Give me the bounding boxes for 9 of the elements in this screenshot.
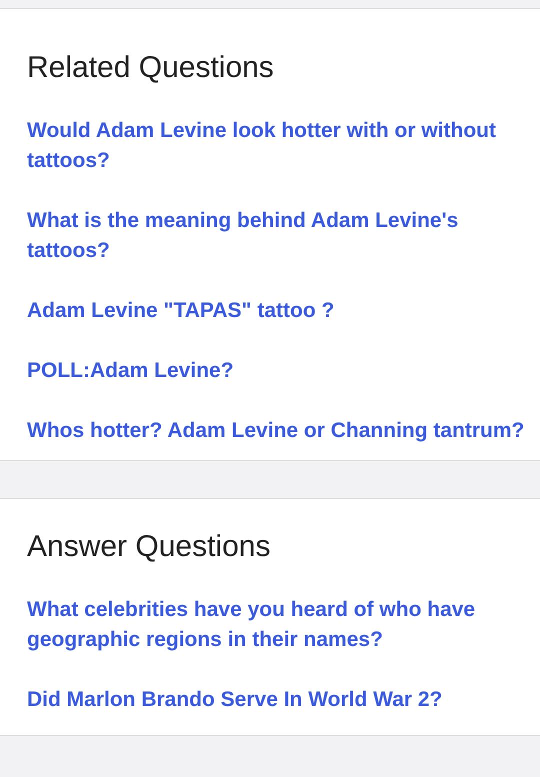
section-heading: Related Questions <box>26 50 275 86</box>
question-link[interactable]: What celebrities have you heard of who have geographic regions in their names? <box>27 595 532 655</box>
question-link[interactable]: Would Adam Levine look hotter with or without tattoos? <box>27 116 532 176</box>
section-heading: Answer Questions <box>26 529 272 565</box>
question-link[interactable]: What is the meaning behind Adam Levine's tattoos? <box>27 206 532 266</box>
question-link[interactable]: POLL:Adam Levine? <box>27 356 532 386</box>
question-link[interactable]: Did Marlon Brando Serve In World War 2? <box>27 685 532 715</box>
question-link[interactable]: Whos hotter? Adam Levine or Channing tantrum? <box>27 416 532 446</box>
question-link[interactable]: Adam Levine "TAPAS" tattoo ? <box>27 296 532 326</box>
